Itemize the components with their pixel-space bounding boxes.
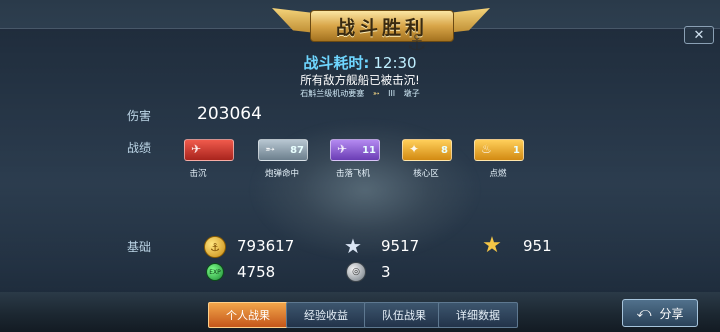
exp-icon: EXP (206, 263, 224, 281)
battle-time-value: 12:30 (373, 54, 417, 72)
tab-label: 队伍战果 (382, 309, 426, 322)
close-icon: ✕ (693, 27, 705, 43)
medal-sink[interactable]: ✈ (184, 139, 234, 161)
medal-fire[interactable]: ♨ 1 (474, 139, 524, 161)
medal-caption-fire: 点燃 (489, 169, 507, 179)
medal-core-zone[interactable]: ✦ 8 (402, 139, 452, 161)
tab-label: 个人战果 (226, 309, 270, 322)
medal-plane-down[interactable]: ✈ 11 (330, 139, 380, 161)
coins-value: 793617 (237, 237, 295, 255)
core-zone-icon: ✦ (409, 142, 420, 156)
plane-sink-icon: ✈ (191, 142, 202, 156)
coin-icon: ⚓ (204, 236, 226, 258)
battle-result-text: 所有敌方舰船已被击沉! (300, 73, 420, 87)
tab-exp[interactable]: 经验收益 (286, 302, 366, 328)
medal-count: 11 (362, 144, 376, 156)
ship-info: 石斛兰级机动要塞 ➳ III 墩子 (0, 88, 720, 99)
tab-label: 经验收益 (304, 309, 348, 322)
damage-value: 203064 (197, 104, 262, 124)
medal-caption-core-zone: 核心区 (413, 169, 439, 179)
gold-star-icon: ★ (482, 232, 502, 258)
exp-value: 4758 (237, 263, 276, 281)
plane-down-icon: ✈ (337, 142, 348, 156)
gold-star-value: 951 (523, 237, 552, 255)
medal-count: 1 (513, 144, 520, 156)
ball-value: 3 (381, 263, 391, 281)
tab-personal[interactable]: 个人战果 (208, 302, 288, 328)
ship-tier: III (388, 89, 396, 98)
medal-caption-plane-down: 击落飞机 (335, 169, 370, 179)
base-label: 基础 (127, 240, 152, 254)
battle-time-label: 战斗耗时: (303, 54, 370, 72)
tab-team[interactable]: 队伍战果 (364, 302, 444, 328)
ship-name: 墩子 (403, 89, 420, 98)
medal-caption-sink: 击沉 (189, 169, 207, 179)
medals-label: 战绩 (127, 141, 152, 155)
medal-shell-hit[interactable]: ➵ 87 (258, 139, 308, 161)
silver-star-icon: ★ (344, 234, 362, 258)
victory-title: 战斗胜利 (335, 16, 428, 39)
medal-count: 87 (290, 144, 304, 156)
victory-banner: ⚓ 战斗胜利 (272, 4, 490, 56)
medal-caption-shell-hit: 炮弹命中 (264, 169, 299, 179)
fire-icon: ♨ (481, 142, 492, 156)
banner-plate: ⚓ 战斗胜利 (310, 10, 454, 56)
share-label: 分享 (659, 306, 684, 321)
ball-icon: ◎ (346, 262, 366, 282)
share-button[interactable]: ⤺ 分享 (622, 299, 698, 327)
close-button[interactable]: ✕ (684, 26, 714, 44)
share-arrow-icon: ⤺ (636, 305, 652, 321)
silver-star-value: 9517 (381, 237, 420, 255)
battle-time: 战斗耗时: 12:30 (0, 52, 720, 73)
tab-label: 详细数据 (456, 309, 500, 322)
ship-type-icon: ➳ (372, 89, 380, 98)
damage-label: 伤害 (127, 109, 152, 123)
ship-class: 石斛兰级机动要塞 (300, 89, 365, 98)
medal-count: 8 (441, 144, 448, 156)
tab-details[interactable]: 详细数据 (438, 302, 518, 328)
shell-hit-icon: ➵ (265, 142, 276, 156)
